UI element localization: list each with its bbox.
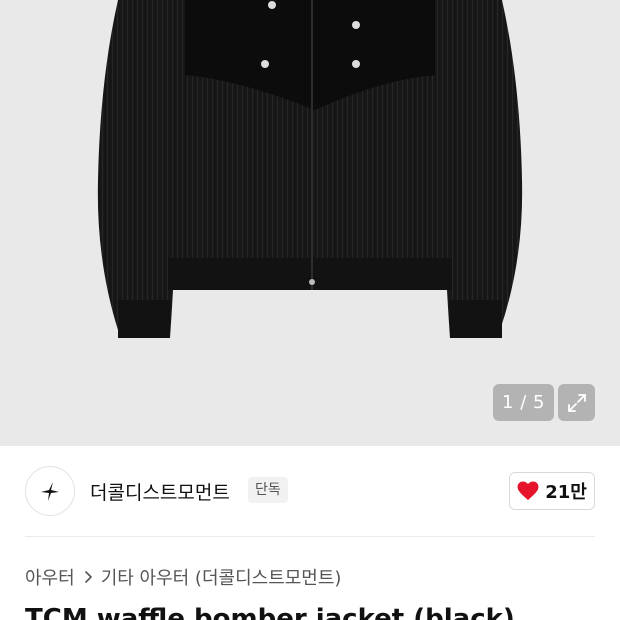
like-button[interactable]: 21만 — [509, 472, 595, 510]
expand-icon — [567, 393, 586, 412]
brand-logo-icon — [41, 482, 59, 501]
expand-button[interactable] — [558, 384, 595, 421]
brand-logo[interactable] — [25, 466, 75, 516]
chevron-right-icon — [83, 570, 93, 584]
brand-row: 더콜디스트모먼트 단독 21만 — [0, 446, 620, 536]
exclusive-badge: 단독 — [248, 477, 288, 503]
like-count: 21만 — [545, 482, 587, 503]
breadcrumb: 아우터 기타 아우터 (더콜디스트모먼트) — [25, 564, 341, 590]
product-gallery[interactable]: 1 / 5 — [0, 0, 620, 446]
heart-icon — [517, 481, 539, 501]
image-counter: 1 / 5 — [493, 384, 554, 421]
product-title: TCM waffle bomber jacket (black) — [25, 604, 515, 620]
brand-name[interactable]: 더콜디스트모먼트 — [90, 478, 230, 505]
product-image[interactable] — [0, 0, 620, 446]
breadcrumb-item-other-outer[interactable]: 기타 아우터 (더콜디스트모먼트) — [101, 564, 342, 590]
divider — [25, 536, 595, 537]
breadcrumb-item-outer[interactable]: 아우터 — [25, 564, 75, 590]
